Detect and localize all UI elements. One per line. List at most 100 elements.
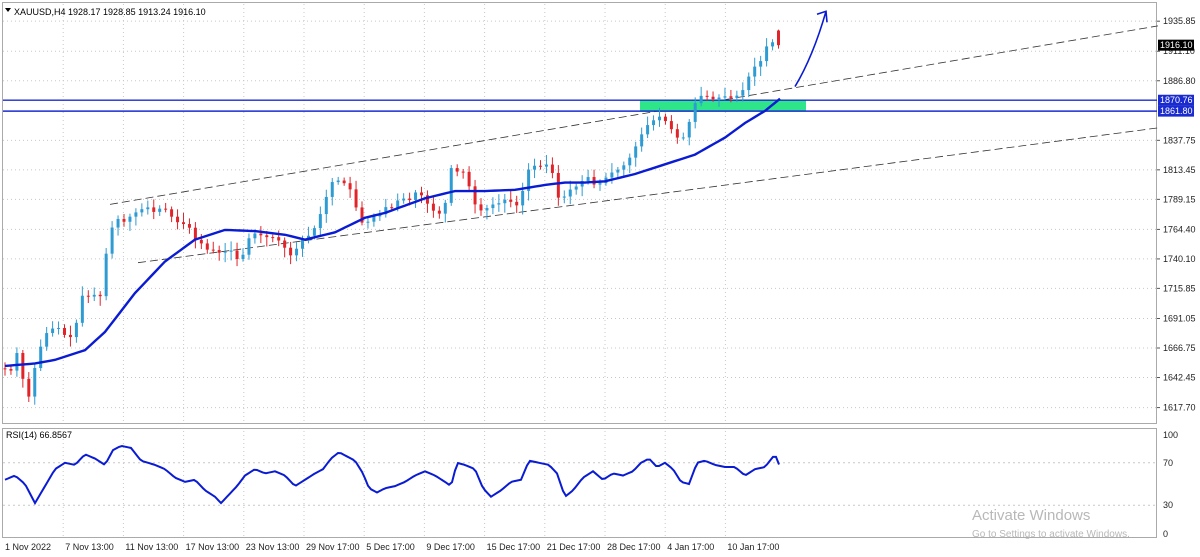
candle-body bbox=[414, 192, 418, 200]
grid-lines bbox=[3, 4, 1157, 537]
main-chart-frame bbox=[2, 2, 1157, 424]
candle-body bbox=[562, 196, 566, 198]
horizontal-levels bbox=[3, 99, 1157, 112]
candle-body bbox=[777, 30, 780, 46]
y-tick-label: 1666.75 bbox=[1163, 343, 1196, 353]
candle-body bbox=[21, 353, 25, 379]
candle-body bbox=[74, 322, 78, 338]
x-tick-label: 23 Nov 13:00 bbox=[246, 542, 300, 552]
y-tick-label: 1789.15 bbox=[1163, 194, 1196, 204]
y-tick-label: 1740.10 bbox=[1163, 254, 1196, 264]
candle-body bbox=[247, 238, 251, 255]
candle-body bbox=[235, 250, 239, 260]
candle-body bbox=[711, 96, 715, 100]
candle-body bbox=[568, 189, 572, 197]
candle-body bbox=[669, 121, 673, 130]
y-tick-label: 1642.45 bbox=[1163, 373, 1196, 383]
candle-body bbox=[408, 198, 412, 200]
candle-body bbox=[15, 353, 19, 371]
candle-body bbox=[539, 165, 542, 167]
candle-body bbox=[550, 164, 554, 173]
projection-arrow bbox=[794, 10, 828, 87]
candle-body bbox=[63, 327, 66, 335]
candle-body bbox=[765, 46, 769, 62]
chart-canvas: 1935.851911.101886.801837.751813.451789.… bbox=[2, 2, 1196, 552]
candle-body bbox=[479, 204, 483, 211]
y-tick-label: 1837.75 bbox=[1163, 135, 1196, 145]
candle-body bbox=[616, 169, 620, 173]
candle-body bbox=[116, 218, 120, 228]
candle-body bbox=[318, 214, 322, 229]
candle-body bbox=[259, 233, 263, 236]
candle-body bbox=[253, 233, 257, 239]
arrow-head bbox=[816, 10, 828, 23]
candle-body bbox=[533, 165, 537, 170]
candle-body bbox=[265, 235, 269, 238]
candle-body bbox=[420, 192, 423, 196]
channel-lines bbox=[109, 25, 1159, 264]
candle-body bbox=[122, 218, 126, 222]
y-tick-label: 1886.80 bbox=[1163, 76, 1196, 86]
support-zone bbox=[640, 100, 806, 112]
candle-body bbox=[640, 134, 644, 147]
rsi-line bbox=[4, 445, 780, 506]
candle-body bbox=[170, 209, 174, 217]
candle-body bbox=[223, 251, 227, 253]
candle-body bbox=[473, 186, 477, 205]
candle-body bbox=[128, 216, 132, 222]
x-tick-label: 7 Nov 13:00 bbox=[65, 542, 114, 552]
x-tick-label: 11 Nov 13:00 bbox=[125, 542, 178, 552]
rsi-title: RSI(14) 66.8567 bbox=[6, 430, 72, 440]
candle-body bbox=[98, 294, 102, 297]
moving-average-line bbox=[4, 97, 781, 368]
candle-body bbox=[586, 177, 590, 182]
candle-body bbox=[27, 378, 31, 397]
candle-body bbox=[86, 295, 90, 297]
candle-body bbox=[455, 168, 459, 172]
y-tick-label: 1715.85 bbox=[1163, 283, 1196, 293]
candle-body bbox=[33, 368, 37, 397]
candle-body bbox=[729, 96, 733, 98]
candle-body bbox=[503, 199, 507, 204]
candle-body bbox=[348, 183, 352, 190]
candle-body bbox=[211, 249, 215, 251]
candle-body bbox=[68, 334, 72, 338]
rsi-tick-label: 70 bbox=[1163, 458, 1173, 468]
candle-body bbox=[324, 196, 328, 215]
candle-body bbox=[675, 129, 679, 138]
y-tick-label: 1691.05 bbox=[1163, 313, 1196, 323]
x-tick-label: 5 Dec 17:00 bbox=[366, 542, 415, 552]
candle-body bbox=[628, 157, 632, 166]
candle-body bbox=[574, 186, 578, 190]
watermark-title: Activate Windows bbox=[972, 507, 1090, 524]
candle-body bbox=[693, 103, 697, 122]
candle-body bbox=[283, 240, 287, 248]
price-tag-label: 1916.10 bbox=[1160, 40, 1193, 50]
candle-body bbox=[152, 207, 156, 212]
triangle-down-icon[interactable] bbox=[5, 8, 11, 12]
candle-body bbox=[491, 204, 495, 209]
candle-body bbox=[205, 243, 209, 250]
candle-body bbox=[164, 208, 168, 210]
candle-body bbox=[110, 227, 114, 254]
candle-body bbox=[461, 171, 465, 173]
candle-body bbox=[687, 121, 691, 138]
x-tick-label: 21 Dec 17:00 bbox=[547, 542, 601, 552]
candle-body bbox=[485, 208, 489, 211]
candle-body bbox=[652, 120, 656, 126]
channel-line bbox=[109, 25, 1159, 205]
x-tick-label: 15 Dec 17:00 bbox=[487, 542, 541, 552]
candle-body bbox=[723, 96, 727, 98]
candle-body bbox=[9, 369, 13, 371]
candle-body bbox=[140, 209, 144, 213]
candle-body bbox=[277, 237, 281, 241]
candle-body bbox=[80, 295, 84, 323]
candle-body bbox=[735, 95, 739, 98]
candle-body bbox=[330, 182, 334, 197]
candle-body bbox=[366, 221, 370, 223]
candle-body bbox=[146, 207, 150, 210]
x-tick-label: 17 Nov 13:00 bbox=[186, 542, 240, 552]
candle-body bbox=[39, 346, 43, 369]
arrow-shaft bbox=[794, 11, 827, 87]
candle-body bbox=[771, 42, 775, 47]
